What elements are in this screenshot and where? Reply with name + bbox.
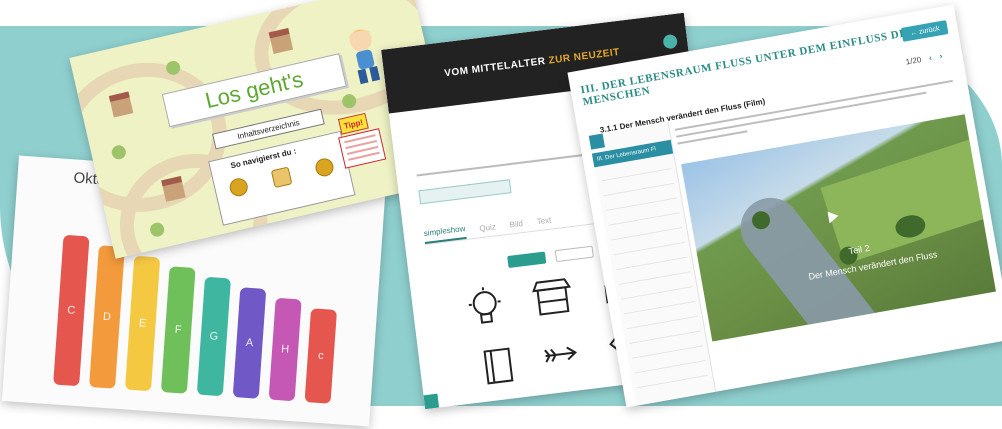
intro-link[interactable] (418, 179, 512, 205)
xylophone-bar[interactable]: F (160, 266, 196, 394)
sidebar-item[interactable] (603, 182, 675, 197)
tab-simpleshow[interactable]: simpleshow (423, 224, 467, 245)
sidebar-item[interactable] (631, 345, 704, 359)
market-stall-icon[interactable] (528, 272, 577, 321)
pager: 1/20 ‹ › (905, 51, 943, 66)
info-button[interactable] (423, 393, 440, 410)
page-counter: 1/20 (905, 55, 922, 67)
sidebar-item[interactable] (608, 212, 680, 226)
xylophone-bar[interactable]: D (89, 245, 125, 389)
sidebar-item[interactable] (634, 360, 706, 374)
sidebar-item[interactable] (616, 256, 688, 271)
xylophone-bar[interactable]: E (124, 255, 161, 392)
video-player[interactable]: Teil 2 Der Mensch verändert den Fluss (681, 114, 996, 342)
arrows-icon[interactable] (539, 329, 588, 378)
tab-bild[interactable]: Bild (509, 219, 524, 234)
xylophone-bar[interactable]: G (196, 276, 231, 397)
sidebar-item[interactable] (626, 315, 698, 330)
sidebar-item[interactable] (611, 227, 683, 241)
sidebar-item[interactable] (605, 197, 677, 212)
sidebar-item[interactable] (613, 241, 685, 256)
filter-button[interactable] (554, 245, 594, 263)
next-page-icon[interactable]: › (939, 51, 943, 60)
xylophone-bar[interactable]: H (268, 297, 302, 402)
xylophone-bar[interactable]: C (53, 234, 90, 387)
nav-home-icon[interactable] (270, 166, 293, 189)
video-field (820, 138, 996, 265)
sidebar-item[interactable] (621, 286, 693, 300)
fluss-screenshot-card: III. DER LEBENSRAUM FLUSS UNTER DEM EINF… (567, 4, 1002, 408)
tab-quiz[interactable]: Quiz (479, 222, 497, 237)
tipp-note (338, 128, 387, 169)
sidebar-item[interactable] (629, 330, 701, 344)
lightbulb-icon[interactable] (461, 283, 510, 332)
book-icon[interactable] (474, 341, 523, 390)
xylophone-bar[interactable]: A (232, 287, 267, 399)
tab-text[interactable]: Text (536, 215, 552, 230)
nav-forward-icon[interactable] (313, 156, 336, 179)
menu-icon[interactable] (588, 133, 605, 150)
xylophone-bar[interactable]: c (304, 308, 338, 404)
sidebar-item[interactable] (618, 271, 691, 285)
prev-page-icon[interactable]: ‹ (928, 53, 932, 62)
sidebar-item[interactable] (624, 300, 696, 315)
nav-back-icon[interactable] (227, 176, 250, 199)
play-icon[interactable] (827, 209, 840, 224)
sidebar-item[interactable] (637, 374, 709, 389)
chat-icon[interactable] (662, 33, 679, 50)
sidebar-item[interactable] (600, 167, 672, 182)
filter-button[interactable] (507, 251, 547, 269)
